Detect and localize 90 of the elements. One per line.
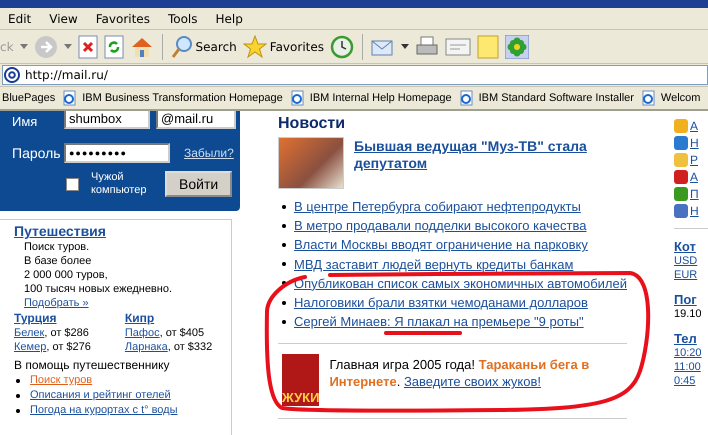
page-icon (640, 90, 656, 106)
news-link[interactable]: Опубликован список самых экономичных автомобилей (294, 274, 628, 294)
caret-icon (401, 44, 409, 50)
city-link[interactable]: Кемер (14, 341, 46, 353)
service-link[interactable]: Н (690, 204, 699, 218)
stop-icon[interactable] (78, 34, 98, 58)
service-link[interactable]: П (690, 187, 699, 201)
menu-item[interactable]: Tools (160, 10, 206, 28)
checkbox[interactable] (66, 178, 79, 190)
price-text: , от $276 (46, 341, 91, 353)
news-link[interactable]: Налоговики брали взятки чемоданами долларов (294, 293, 588, 312)
forgot-password-link[interactable]: Забыли? (184, 146, 234, 160)
list-link[interactable]: 11:00 (674, 360, 708, 374)
caret-icon (20, 44, 28, 50)
note-icon[interactable] (477, 34, 499, 58)
helper-link[interactable]: Погода на курортах с t° воды (30, 403, 178, 418)
helper-title: В помощь путешественнику (14, 358, 170, 372)
news-link[interactable]: МВД заставит людей вернуть кредиты банкам (294, 254, 574, 274)
page-icon (288, 90, 305, 106)
country-link[interactable]: Кипр (124, 311, 154, 325)
star-icon (242, 34, 267, 58)
city-link[interactable]: Пафос (124, 327, 160, 339)
promo-text: Главная игра 2005 года! Тараканьи бега в Интернете. Заведите своих жуков! (329, 356, 590, 392)
section-title-link[interactable]: Кот (674, 239, 708, 254)
favorites-button[interactable]: Favorites (242, 34, 324, 58)
menu-item[interactable]: Favorites (88, 10, 158, 28)
info-text: 19.10 (674, 307, 703, 321)
city-link[interactable]: Белек (14, 327, 44, 339)
service-link[interactable]: Н (690, 136, 699, 150)
service-icon[interactable] (674, 204, 688, 218)
menu-item[interactable]: Help (208, 10, 251, 28)
service-icon[interactable] (674, 136, 688, 150)
service-icon[interactable] (674, 170, 688, 184)
game-logo[interactable]: ЖУКИ (282, 354, 320, 406)
city-link[interactable]: Ларнака (124, 341, 168, 353)
login-button[interactable]: Войти (165, 171, 232, 197)
address-field[interactable]: http://mail.ru/ (2, 65, 708, 85)
password-field[interactable]: ●●●●●●●●● (64, 143, 170, 163)
field-label: Имя (12, 114, 38, 129)
service-icon[interactable] (674, 187, 688, 201)
section-title: Новости (278, 115, 346, 133)
section-title-link[interactable]: Пог (674, 292, 708, 307)
list-link[interactable]: 10:20 (674, 346, 708, 360)
menu-item[interactable]: Edit (0, 10, 40, 28)
country-link[interactable]: Турция (14, 311, 56, 325)
login-field[interactable]: shumbox (64, 111, 150, 129)
news-link[interactable]: Власти Москвы вводят ограничение на парковку (294, 235, 588, 255)
price-text: , от $286 (44, 327, 89, 339)
intro-text: 100 тысяч новых ежедневно. (24, 282, 174, 296)
intro-text: В базе более (24, 254, 92, 268)
at-sign-icon (4, 67, 20, 83)
history-icon[interactable] (330, 34, 354, 58)
checkbox-label: Чужой компьютер (91, 171, 148, 197)
service-link[interactable]: А (690, 170, 698, 184)
caret-icon (64, 44, 72, 50)
edit-page-icon[interactable] (445, 36, 471, 58)
refresh-icon[interactable] (104, 34, 124, 58)
flower-icon[interactable] (505, 34, 529, 58)
intro-text: Поиск туров. (24, 240, 90, 254)
news-link[interactable]: Сергей Минаев: Я плакал на премьере "9 роты" (294, 312, 584, 332)
link-bar-item[interactable]: BluePages (2, 92, 56, 104)
helper-link[interactable]: Поиск туров (30, 373, 92, 388)
helper-link[interactable]: Описания и рейтинг отелей (30, 388, 171, 403)
list-link[interactable]: EUR (674, 268, 708, 282)
price-text: , от $332 (168, 341, 212, 353)
page-icon (61, 90, 78, 106)
service-link[interactable]: А (690, 119, 698, 133)
search-icon (170, 34, 193, 58)
link-bar-item[interactable]: IBM Business Transformation Homepage (61, 90, 283, 106)
section-title-link[interactable]: Тел (674, 331, 708, 346)
list-link[interactable]: USD (674, 254, 708, 268)
link-bar-item[interactable]: Welcom (640, 90, 700, 106)
photo-placeholder (278, 137, 344, 189)
section-title-link[interactable]: Путешествия (14, 223, 106, 239)
news-link[interactable]: В метро продавали подделки высокого качества (294, 216, 586, 236)
list-link[interactable]: 0:45 (674, 374, 708, 388)
link-bar-item[interactable]: IBM Standard Software Installer (458, 90, 634, 106)
domain-select[interactable]: @mail.ru (156, 111, 236, 129)
price-text: , от $405 (160, 327, 204, 339)
intro-text: 2 000 000 туров, (24, 268, 109, 282)
more-link[interactable]: Подобрать » (24, 297, 89, 309)
service-link[interactable]: Р (690, 153, 698, 167)
page-icon (458, 90, 474, 106)
promo-link[interactable]: Заведите своих жуков! (404, 374, 542, 390)
search-button[interactable]: Search (170, 34, 237, 58)
menu-item[interactable]: View (41, 10, 86, 28)
link-bar-item[interactable]: IBM Internal Help Homepage (288, 90, 452, 106)
news-link[interactable]: В центре Петербурга собирают нефтепродукты (294, 197, 581, 216)
headline-link[interactable]: Бывшая ведущая "Муз-ТВ" стала депутатом (354, 138, 654, 189)
field-label: Пароль (12, 145, 60, 161)
